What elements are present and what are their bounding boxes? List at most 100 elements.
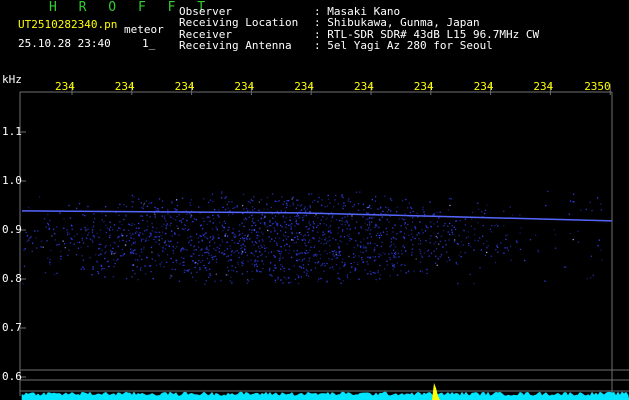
echo-point [444,222,446,225]
echo-point [141,207,143,209]
echo-point [249,202,252,204]
echo-point [449,204,451,207]
echo-point [304,239,306,241]
echo-point [327,240,329,242]
echo-point [63,218,65,220]
echo-point [192,260,194,262]
echo-point [63,227,65,229]
echo-point [109,234,111,236]
echo-point [288,252,290,254]
echo-point [212,218,215,220]
echo-point [459,219,461,222]
echo-point [105,231,107,234]
echo-point [305,245,307,247]
echo-point [341,195,343,197]
echo-point [188,240,191,242]
echo-point [434,262,437,264]
echo-point [106,227,108,229]
echo-point [296,273,298,276]
echo-point [445,251,448,253]
echo-point [223,220,225,222]
echo-point [326,253,328,255]
echo-point [247,234,249,236]
echo-point [436,211,438,214]
echo-point [211,228,214,230]
echo-point [158,231,161,233]
echo-point [316,226,318,228]
echo-point [113,224,116,226]
echo-point [157,208,159,210]
echo-point [234,242,236,244]
echo-point [215,273,217,275]
echo-point [280,250,283,253]
echo-point [87,245,89,247]
echo-point [433,213,435,215]
echo-point [378,256,380,258]
echo-point [254,263,256,266]
echo-point [483,212,486,215]
echo-point [131,264,133,266]
echo-point [215,255,217,257]
x-tick-label: 234 [174,80,195,93]
echo-point [141,258,143,260]
echo-point [190,216,192,218]
echo-point [411,248,414,250]
echo-point [380,206,382,208]
echo-point [117,245,119,248]
echo-point [91,229,94,231]
echo-point [418,233,421,235]
echo-point [482,224,484,227]
echo-point [405,226,407,228]
echo-point [368,212,370,214]
echo-point [127,229,130,231]
echo-point [223,227,225,229]
echo-point [200,249,202,251]
echo-point [221,241,224,243]
echo-point [302,235,305,237]
echo-point [258,270,260,273]
echo-point [154,206,156,209]
echo-point [292,202,294,204]
echo-point [369,229,372,231]
echo-point [352,205,354,208]
echo-point [324,206,326,208]
echo-point [273,255,275,257]
echo-point [408,234,410,236]
echo-point [238,240,241,242]
echo-point [318,240,320,242]
echo-point [212,238,214,240]
echo-point [84,226,86,228]
echo-point [486,247,488,249]
echo-point [397,252,399,255]
echo-point [89,238,91,240]
echo-point [248,280,250,282]
echo-point [175,246,178,248]
echo-point [112,247,114,249]
echo-point [101,268,103,270]
echo-point [317,261,320,263]
echo-point [329,230,332,232]
echo-point [328,230,330,232]
echo-point [141,238,143,240]
echo-point [384,195,386,197]
echo-point [339,250,342,252]
echo-point [229,247,231,250]
echo-point [134,249,136,251]
echo-point [165,233,167,235]
echo-point [303,238,305,240]
echo-point [379,219,381,221]
echo-point [296,235,299,238]
echo-point [236,206,238,208]
echo-point [262,233,264,235]
echo-point [348,233,350,235]
echo-point [429,238,431,240]
echo-point [258,201,260,203]
echo-point [437,225,439,227]
echo-point [56,244,58,246]
echo-point [171,235,173,237]
x-tick-label: 234 [354,80,374,93]
echo-point [113,259,115,261]
echo-point [137,259,139,261]
echo-point [242,193,245,196]
echo-point [241,264,243,267]
